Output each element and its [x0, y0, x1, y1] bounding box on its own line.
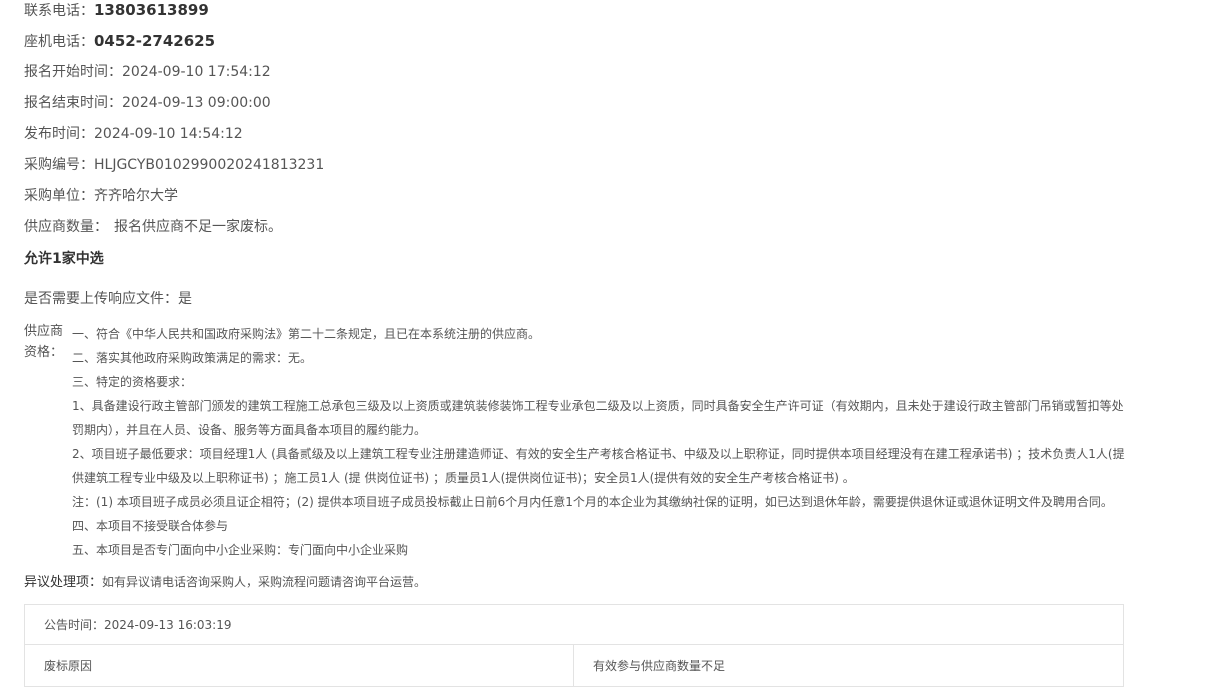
supplier-count-row: 供应商数量： 报名供应商不足一家废标。	[24, 217, 282, 237]
allow-selection-text: 允许1家中选	[24, 251, 104, 267]
qualification-line-5: 2、项目班子最低要求：项目经理1人 (具备贰级及以上建筑工程专业注册建造师证、有…	[72, 447, 1125, 485]
registration-start-value: 2024-09-10 17:54:12	[122, 64, 271, 80]
qualification-line-1: 一、符合《中华人民共和国政府采购法》第二十二条规定，且已在本系统注册的供应商。	[72, 327, 541, 341]
qualification-note: 注：(1) 本项目班子成员必须且证企相符；(2) 提供本项目班子成员投标截止日前…	[72, 495, 1113, 509]
qualification-line-3: 三、特定的资格要求：	[72, 375, 193, 389]
contact-phone-label: 联系电话：	[24, 3, 94, 19]
registration-end-value: 2024-09-13 09:00:00	[122, 95, 271, 111]
objection-value: 如有异议请电话咨询采购人，采购流程问题请咨询平台运营。	[102, 575, 427, 589]
upload-response-value: 是	[178, 291, 192, 307]
supplier-count-label: 供应商数量：	[24, 219, 108, 235]
publish-time-label: 发布时间：	[24, 126, 94, 142]
abandon-reason-label: 废标原因	[24, 644, 574, 687]
procurement-unit-row: 采购单位：齐齐哈尔大学	[24, 186, 178, 206]
contact-phone-value: 13803613899	[94, 1, 209, 19]
registration-end-label: 报名结束时间：	[24, 95, 122, 111]
qualification-line-6: 四、本项目不接受联合体参与	[72, 519, 229, 533]
notice-time-row: 公告时间：2024-09-13 16:03:19	[24, 604, 1124, 645]
notice-time-label: 公告时间：	[44, 618, 105, 632]
supplier-count-value: 报名供应商不足一家废标。	[114, 219, 282, 235]
objection-row: 异议处理项：如有异议请电话咨询采购人，采购流程问题请咨询平台运营。	[24, 572, 426, 593]
procurement-unit-value: 齐齐哈尔大学	[94, 188, 178, 204]
notice-table: 公告时间：2024-09-13 16:03:19 废标原因 有效参与供应商数量不…	[24, 604, 1124, 687]
procurement-unit-label: 采购单位：	[24, 188, 94, 204]
publish-time-row: 发布时间：2024-09-10 14:54:12	[24, 124, 243, 144]
registration-end-row: 报名结束时间：2024-09-13 09:00:00	[24, 93, 271, 113]
landline-value: 0452-2742625	[94, 32, 216, 50]
qualification-line-2: 二、落实其他政府采购政策满足的需求：无。	[72, 351, 313, 365]
landline-row: 座机电话：0452-2742625	[24, 31, 215, 52]
procurement-number-row: 采购编号：HLJGCYB0102990020241813231	[24, 155, 324, 175]
qualification-line-7: 五、本项目是否专门面向中小企业采购：专门面向中小企业采购	[72, 543, 409, 557]
procurement-number-value: HLJGCYB0102990020241813231	[94, 157, 325, 173]
upload-response-label: 是否需要上传响应文件：	[24, 291, 178, 307]
notice-time-value: 2024-09-13 16:03:19	[104, 618, 232, 632]
procurement-number-label: 采购编号：	[24, 157, 94, 173]
abandon-reason-row: 废标原因 有效参与供应商数量不足	[24, 644, 1124, 687]
registration-start-row: 报名开始时间：2024-09-10 17:54:12	[24, 62, 271, 82]
notice-time-cell: 公告时间：2024-09-13 16:03:19	[24, 604, 1124, 645]
objection-label: 异议处理项：	[24, 575, 103, 590]
abandon-reason-value: 有效参与供应商数量不足	[573, 644, 1124, 687]
landline-label: 座机电话：	[24, 34, 94, 50]
qualification-body: 一、符合《中华人民共和国政府采购法》第二十二条规定，且已在本系统注册的供应商。 …	[72, 322, 1130, 562]
qualification-line-4: 1、具备建设行政主管部门颁发的建筑工程施工总承包三级及以上资质或建筑装修装饰工程…	[72, 399, 1124, 437]
registration-start-label: 报名开始时间：	[24, 64, 122, 80]
qualification-label: 供应商资格：	[24, 324, 64, 360]
publish-time-value: 2024-09-10 14:54:12	[94, 126, 243, 142]
upload-response-row: 是否需要上传响应文件：是	[24, 289, 192, 309]
contact-phone-row: 联系电话：13803613899	[24, 0, 209, 21]
